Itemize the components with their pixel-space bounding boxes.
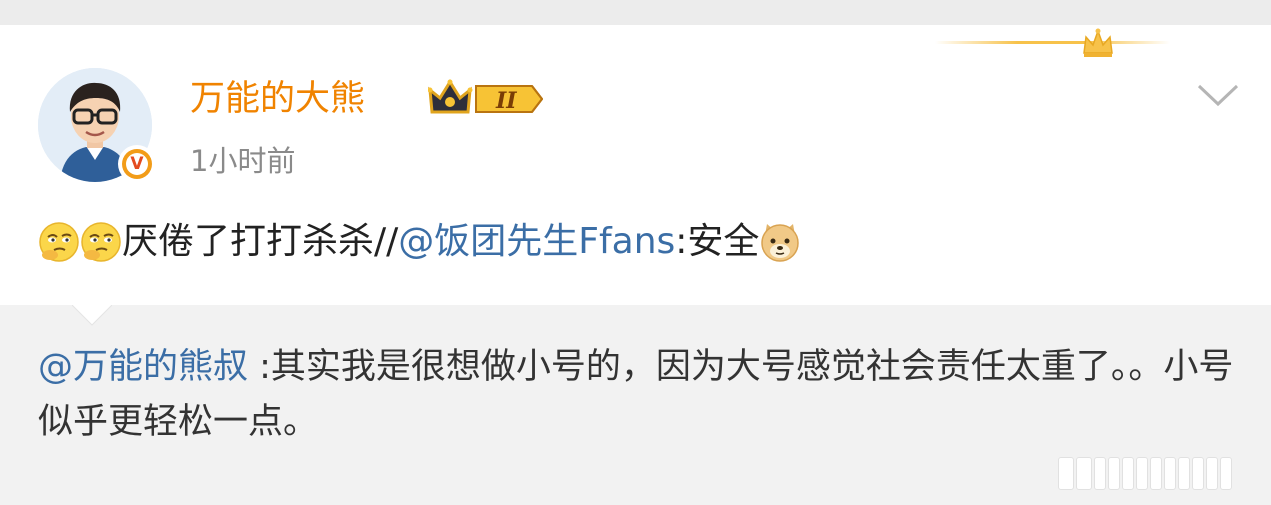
crown-decoration-line xyxy=(935,41,1170,44)
repost-mention-link[interactable]: @万能的熊叔 xyxy=(38,347,248,387)
crown-level-badge-icon[interactable]: II xyxy=(428,78,543,120)
author-name[interactable]: 万能的大熊 xyxy=(190,74,365,124)
top-strip xyxy=(0,0,1271,25)
thinking-face-emoji xyxy=(81,222,121,262)
repost-text: @万能的熊叔 :其实我是很想做小号的，因为大号感觉社会责任太重了。。小号似乎更轻… xyxy=(38,340,1238,450)
verified-v-icon: V xyxy=(122,149,152,179)
thumbnail[interactable] xyxy=(1178,457,1190,490)
thumbnail[interactable] xyxy=(1094,457,1106,490)
thumbnail[interactable] xyxy=(1122,457,1134,490)
doge-emoji xyxy=(761,224,800,262)
post-text-main: 厌倦了打打杀杀// xyxy=(122,221,399,262)
post-content: 厌倦了打打杀杀// @饭团先生Ffans :安全 xyxy=(38,214,801,270)
chevron-down-icon[interactable] xyxy=(1196,80,1240,110)
post-time: 1小时前 xyxy=(190,144,296,178)
crown-decoration-icon xyxy=(1083,28,1113,57)
thumbnail[interactable] xyxy=(1220,457,1232,490)
image-thumbnails[interactable] xyxy=(1058,457,1232,490)
thumbnail[interactable] xyxy=(1150,457,1162,490)
repost-caret xyxy=(72,305,112,326)
post-mention-link[interactable]: @饭团先生Ffans xyxy=(398,214,675,270)
verified-badge: V xyxy=(118,145,156,183)
thumbnail[interactable] xyxy=(1164,457,1176,490)
thumbnail[interactable] xyxy=(1136,457,1148,490)
post-text-tail: :安全 xyxy=(675,221,760,262)
thumbnail[interactable] xyxy=(1058,457,1074,490)
thumbnail[interactable] xyxy=(1192,457,1204,490)
thumbnail[interactable] xyxy=(1108,457,1120,490)
level-label: II xyxy=(495,88,517,114)
thumbnail[interactable] xyxy=(1206,457,1218,490)
thinking-face-emoji xyxy=(39,222,79,262)
thumbnail[interactable] xyxy=(1076,457,1092,490)
